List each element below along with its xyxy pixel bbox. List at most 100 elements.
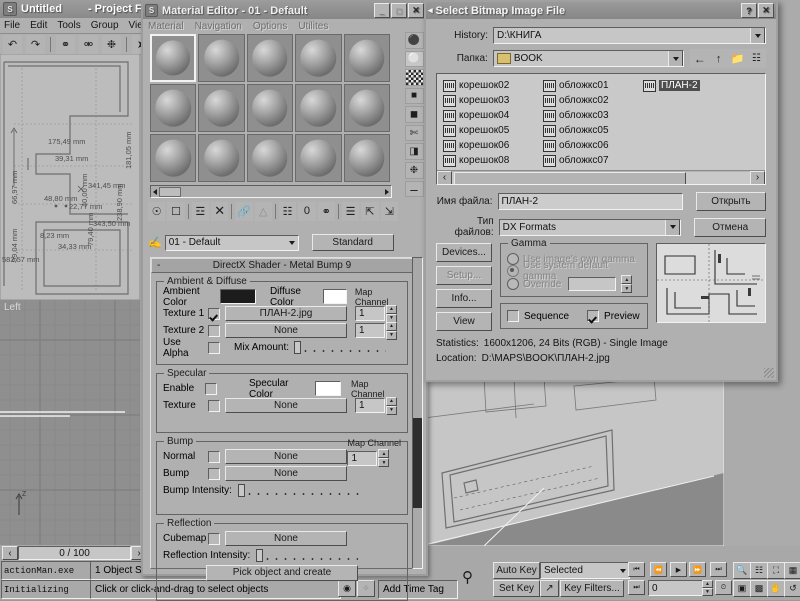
mix-amount-slider-track[interactable] <box>301 344 386 352</box>
cubemap-map-button[interactable]: None <box>225 531 347 546</box>
bump-intensity-slider-handle[interactable] <box>238 484 245 497</box>
sample-slot[interactable] <box>198 134 244 182</box>
assign-to-selection-icon[interactable]: ☲ <box>192 202 209 221</box>
sample-slot[interactable] <box>344 84 390 132</box>
redo-icon[interactable]: ↷ <box>26 35 45 54</box>
specular-channel-spinner[interactable]: ▲▼ <box>386 397 397 415</box>
spinner-up[interactable]: ▲ <box>386 322 397 331</box>
menu-item-edit[interactable]: Edit <box>30 20 47 31</box>
rollout-header[interactable]: - DirectX Shader - Metal Bump 9 <box>151 258 413 273</box>
open-button[interactable]: Открыть <box>696 192 766 211</box>
specular-texture-checkbox[interactable] <box>208 400 220 412</box>
texture1-map-button[interactable]: ПЛАН-2.jpg <box>225 306 347 321</box>
sample-slot[interactable] <box>344 34 390 82</box>
specular-channel-input[interactable]: 1 <box>355 398 385 413</box>
gamma-system-radio[interactable] <box>507 265 519 277</box>
list-item[interactable]: обложкс03 <box>543 108 609 123</box>
minimize-icon[interactable]: _ <box>374 3 390 18</box>
eyedropper-icon[interactable]: ✍ <box>148 236 162 249</box>
menu-item-group[interactable]: Group <box>91 20 119 31</box>
mat-menu-navigation[interactable]: Navigation <box>195 21 242 32</box>
list-item[interactable]: обложкс05 <box>543 123 609 138</box>
background-checker-icon[interactable] <box>405 69 424 86</box>
list-item[interactable]: корешок03 <box>443 93 509 108</box>
list-item[interactable]: корешок08 <box>443 153 509 168</box>
texture1-checkbox[interactable] <box>208 308 220 320</box>
sequence-checkbox[interactable] <box>507 310 519 322</box>
folder-dropdown[interactable]: BOOK <box>493 50 684 67</box>
list-item[interactable]: обложкс02 <box>543 93 609 108</box>
close-icon[interactable]: ✕ <box>758 3 774 18</box>
set-key-filters-icon[interactable]: ↗ <box>540 580 559 597</box>
frame-prev-button[interactable]: ‹ <box>2 546 18 560</box>
sample-slot[interactable] <box>247 34 293 82</box>
gamma-override-radio[interactable] <box>507 278 519 290</box>
zoom-extents-icon[interactable]: ⛶ <box>767 562 785 579</box>
viewport-left[interactable]: Z Left <box>0 300 140 545</box>
views-icon[interactable]: ☷ <box>747 49 766 68</box>
preview-checkbox[interactable] <box>587 310 599 322</box>
normal-checkbox[interactable] <box>208 451 220 463</box>
view-button[interactable]: View <box>436 312 492 331</box>
history-dropdown[interactable]: D:\КНИГА <box>493 27 766 44</box>
make-material-copy-icon[interactable]: 🔗 <box>235 202 252 221</box>
specular-texture-map-button[interactable]: None <box>225 398 347 413</box>
info-button[interactable]: Info... <box>436 289 492 308</box>
undo-icon[interactable]: ↶ <box>3 35 22 54</box>
normal-map-button[interactable]: None <box>225 449 347 464</box>
spinner-down[interactable]: ▼ <box>386 406 397 415</box>
unlink-icon[interactable]: ⚮ <box>79 35 98 54</box>
chevron-down-icon[interactable] <box>289 241 295 245</box>
list-item[interactable]: обложкс01 <box>543 78 609 93</box>
make-preview-icon[interactable]: ✄ <box>405 125 424 142</box>
list-item-selected[interactable]: ПЛАН-2 <box>643 78 700 93</box>
filetype-dropdown[interactable]: DX Formats <box>499 219 682 236</box>
scroll-right-icon[interactable]: › <box>750 171 765 185</box>
key-mode-toggle-icon[interactable]: ⏭ <box>628 580 645 595</box>
spinner-up[interactable]: ▲ <box>702 580 713 588</box>
menu-item-file[interactable]: File <box>4 20 20 31</box>
auto-key-button[interactable]: Auto Key <box>493 562 540 579</box>
show-map-in-viewport-icon[interactable]: ⚭ <box>318 202 335 221</box>
viewport-top[interactable]: 181,05 mm 175,49 mm 66,97 mm 39,31 mm 40… <box>0 54 140 300</box>
rollout-scroll-thumb[interactable] <box>413 418 422 508</box>
list-item[interactable]: корешок06 <box>443 138 509 153</box>
key-filters-button[interactable]: Key Filters... <box>560 580 624 597</box>
sample-slot[interactable] <box>198 84 244 132</box>
zoom-extents-all-icon[interactable]: ▦ <box>784 562 800 579</box>
go-forward-to-sibling-icon[interactable]: ⇲ <box>381 202 398 221</box>
chevron-down-icon[interactable] <box>668 50 683 67</box>
spinner-up[interactable]: ▲ <box>621 275 632 284</box>
texture2-checkbox[interactable] <box>208 325 220 337</box>
key-toggle-icon[interactable]: ⚲ <box>462 568 473 586</box>
cubemap-checkbox[interactable] <box>208 533 220 545</box>
get-material-icon[interactable]: ☉ <box>148 202 165 221</box>
sample-slot[interactable] <box>295 134 341 182</box>
reflection-intensity-slider-handle[interactable] <box>256 549 263 562</box>
sample-slot[interactable] <box>295 34 341 82</box>
reflection-intensity-slider-track[interactable] <box>263 552 358 560</box>
put-to-scene-icon[interactable]: ☐ <box>167 202 184 221</box>
texture2-channel-input[interactable]: 1 <box>355 323 385 338</box>
spinner-down[interactable]: ▼ <box>621 284 632 293</box>
spinner-down[interactable]: ▼ <box>378 458 389 467</box>
chevron-down-icon[interactable] <box>750 27 765 44</box>
mat-menu-options[interactable]: Options <box>253 21 287 32</box>
sample-slot[interactable] <box>247 134 293 182</box>
sample-slot[interactable] <box>150 84 196 132</box>
set-key-button[interactable]: Set Key <box>493 580 540 597</box>
zoom-all-icon[interactable]: ☷ <box>750 562 768 579</box>
list-item[interactable]: корешок04 <box>443 108 509 123</box>
frame-counter[interactable]: 0 / 100 <box>18 546 131 560</box>
script-listener-line1[interactable]: actionMan.exe <box>1 561 91 580</box>
texture2-channel-spinner[interactable]: ▲▼ <box>386 322 397 340</box>
file-list-hscrollbar[interactable]: ‹ › <box>437 170 765 184</box>
bump-channel-input[interactable]: 1 <box>347 451 377 466</box>
use-alpha-checkbox[interactable] <box>208 342 220 354</box>
mat-menu-material[interactable]: Material <box>148 21 184 32</box>
scroll-thumb[interactable] <box>454 172 686 186</box>
ambient-color-swatch[interactable] <box>220 289 256 304</box>
specular-color-swatch[interactable] <box>315 381 341 396</box>
mix-amount-slider-handle[interactable] <box>294 341 301 354</box>
field-of-view-icon[interactable]: ▣ <box>733 580 751 597</box>
